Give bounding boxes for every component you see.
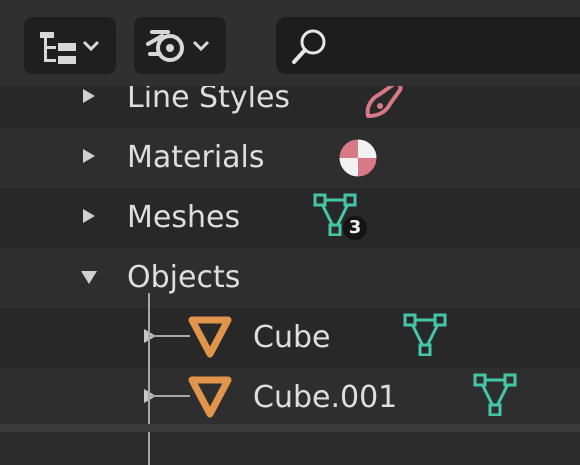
tree-row-objects[interactable]: Objects (0, 248, 580, 308)
tree-row-label: Materials (127, 140, 265, 175)
count-badge: 3 (343, 216, 367, 240)
tree-row-label: Meshes (127, 200, 241, 235)
expand-arrow-icon[interactable] (80, 207, 98, 225)
search-icon (292, 29, 326, 64)
outliner-tree-icon (40, 31, 100, 64)
mesh-data-icon[interactable] (472, 372, 518, 416)
mesh-data-icon[interactable] (402, 312, 448, 356)
tree-row-cube[interactable]: Cube (0, 308, 580, 368)
tree-row-cube-001[interactable]: Cube.001 (0, 368, 580, 428)
blender-data-icon (146, 29, 210, 62)
material-ball-icon (338, 138, 378, 178)
object-icon (188, 376, 232, 418)
linestyle-brush-icon (365, 81, 403, 118)
tree-row-materials[interactable]: Materials (0, 128, 580, 188)
expand-arrow-icon[interactable] (80, 87, 98, 105)
object-icon (188, 316, 232, 358)
expand-arrow-icon[interactable] (80, 147, 98, 165)
display-mode-dropdown[interactable] (24, 17, 116, 74)
tree-row-label: Cube.001 (253, 380, 398, 415)
outliner-header (0, 0, 580, 86)
tree-row-label: Cube (253, 320, 331, 355)
filter-dropdown[interactable] (134, 17, 226, 74)
scroll-edge (0, 424, 580, 432)
tree-row-meshes[interactable]: Meshes 3 (0, 188, 580, 248)
tree-branch-line (148, 395, 190, 397)
tree-branch-line (148, 335, 190, 337)
tree-row-label: Objects (127, 260, 241, 295)
collapse-arrow-icon[interactable] (79, 268, 99, 286)
search-input[interactable] (276, 17, 580, 74)
tree-hierarchy-line (148, 293, 150, 465)
